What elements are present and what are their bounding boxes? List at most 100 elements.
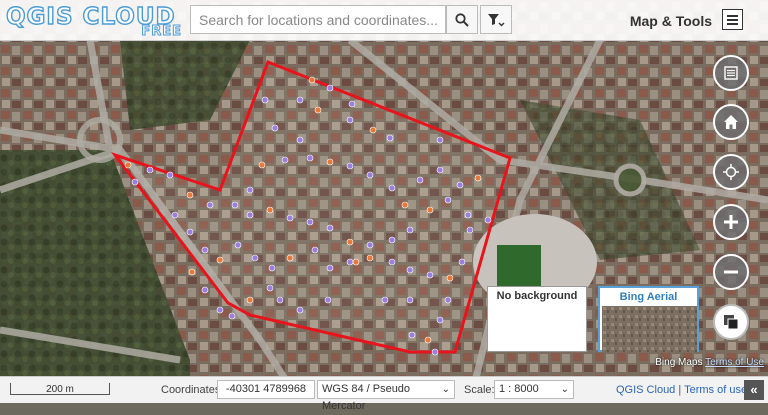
- point-marker[interactable]: [186, 228, 194, 236]
- point-marker[interactable]: [388, 184, 396, 192]
- point-marker[interactable]: [466, 226, 474, 234]
- point-marker[interactable]: [324, 296, 332, 304]
- map-tools-label[interactable]: Map & Tools: [620, 13, 712, 29]
- point-marker[interactable]: [271, 124, 279, 132]
- zoom-out-button[interactable]: [713, 254, 749, 290]
- point-marker[interactable]: [201, 246, 209, 254]
- collapse-statusbar-button[interactable]: «: [744, 380, 764, 400]
- point-marker[interactable]: [306, 218, 314, 226]
- basemap-option-none[interactable]: No background: [487, 286, 587, 352]
- point-marker[interactable]: [406, 266, 414, 274]
- point-marker[interactable]: [458, 258, 466, 266]
- point-marker[interactable]: [426, 206, 434, 214]
- point-marker[interactable]: [326, 264, 334, 272]
- point-marker[interactable]: [444, 296, 452, 304]
- filter-button[interactable]: [480, 5, 512, 34]
- basemap-switch-button[interactable]: [713, 304, 749, 340]
- point-marker[interactable]: [246, 296, 254, 304]
- point-marker[interactable]: [246, 211, 254, 219]
- point-marker[interactable]: [216, 306, 224, 314]
- point-marker[interactable]: [346, 238, 354, 246]
- point-marker[interactable]: [261, 96, 269, 104]
- search-input[interactable]: [190, 5, 446, 34]
- basemap-option-bing-aerial[interactable]: Bing Aerial: [598, 286, 699, 352]
- point-marker[interactable]: [436, 166, 444, 174]
- point-marker[interactable]: [346, 258, 354, 266]
- point-marker[interactable]: [166, 171, 174, 179]
- point-marker[interactable]: [408, 331, 416, 339]
- point-marker[interactable]: [464, 211, 472, 219]
- point-marker[interactable]: [431, 348, 439, 356]
- point-marker[interactable]: [406, 226, 414, 234]
- point-marker[interactable]: [306, 154, 314, 162]
- point-marker[interactable]: [266, 206, 274, 214]
- point-marker[interactable]: [258, 161, 266, 169]
- point-marker[interactable]: [276, 296, 284, 304]
- attribution-terms-link[interactable]: Terms of Use: [705, 357, 764, 368]
- point-marker[interactable]: [401, 201, 409, 209]
- point-marker[interactable]: [436, 316, 444, 324]
- point-marker[interactable]: [444, 196, 452, 204]
- point-marker[interactable]: [326, 158, 334, 166]
- point-marker[interactable]: [386, 134, 394, 142]
- point-marker[interactable]: [369, 126, 377, 134]
- point-marker[interactable]: [201, 286, 209, 294]
- point-marker[interactable]: [268, 264, 276, 272]
- qgis-cloud-link[interactable]: QGIS Cloud: [616, 384, 675, 396]
- point-marker[interactable]: [188, 268, 196, 276]
- point-marker[interactable]: [228, 312, 236, 320]
- point-marker[interactable]: [296, 136, 304, 144]
- zoom-in-button[interactable]: [713, 204, 749, 240]
- search-button[interactable]: [446, 5, 478, 34]
- point-marker[interactable]: [388, 236, 396, 244]
- point-marker[interactable]: [171, 211, 179, 219]
- point-marker[interactable]: [424, 336, 432, 344]
- point-marker[interactable]: [366, 241, 374, 249]
- terms-of-use-link[interactable]: Terms of use: [684, 384, 747, 396]
- point-marker[interactable]: [311, 246, 319, 254]
- point-marker[interactable]: [436, 136, 444, 144]
- point-marker[interactable]: [366, 254, 374, 262]
- point-marker[interactable]: [286, 214, 294, 222]
- point-marker[interactable]: [346, 162, 354, 170]
- point-marker[interactable]: [186, 191, 194, 199]
- point-marker[interactable]: [348, 100, 356, 108]
- point-marker[interactable]: [124, 161, 132, 169]
- point-marker[interactable]: [246, 186, 254, 194]
- point-marker[interactable]: [406, 296, 414, 304]
- point-marker[interactable]: [474, 174, 482, 182]
- point-marker[interactable]: [388, 258, 396, 266]
- layer-list-button[interactable]: [713, 55, 749, 91]
- point-marker[interactable]: [484, 216, 492, 224]
- point-marker[interactable]: [366, 171, 374, 179]
- point-marker[interactable]: [286, 254, 294, 262]
- point-marker[interactable]: [146, 166, 154, 174]
- point-marker[interactable]: [296, 306, 304, 314]
- point-marker[interactable]: [352, 258, 360, 266]
- point-marker[interactable]: [131, 178, 139, 186]
- point-marker[interactable]: [281, 156, 289, 164]
- scale-select[interactable]: 1 : 8000 ⌄: [494, 380, 574, 399]
- point-marker[interactable]: [446, 274, 454, 282]
- point-marker[interactable]: [266, 284, 274, 292]
- point-marker[interactable]: [456, 181, 464, 189]
- point-marker[interactable]: [234, 241, 242, 249]
- point-marker[interactable]: [231, 201, 239, 209]
- point-marker[interactable]: [326, 224, 334, 232]
- point-marker[interactable]: [296, 96, 304, 104]
- point-marker[interactable]: [326, 84, 334, 92]
- hamburger-menu-icon[interactable]: [722, 9, 743, 30]
- point-marker[interactable]: [381, 296, 389, 304]
- point-marker[interactable]: [308, 76, 316, 84]
- qgis-cloud-logo[interactable]: QGIS CLOUD FREE: [5, 3, 184, 39]
- point-marker[interactable]: [314, 106, 322, 114]
- home-button[interactable]: [713, 104, 749, 140]
- crs-select[interactable]: WGS 84 / Pseudo Mercator ⌄: [317, 380, 455, 412]
- point-marker[interactable]: [346, 116, 354, 124]
- coordinates-field[interactable]: -40301 4789968: [217, 380, 315, 399]
- point-marker[interactable]: [426, 271, 434, 279]
- point-marker[interactable]: [416, 176, 424, 184]
- locate-button[interactable]: [713, 154, 749, 190]
- point-marker[interactable]: [251, 254, 259, 262]
- point-marker[interactable]: [206, 201, 214, 209]
